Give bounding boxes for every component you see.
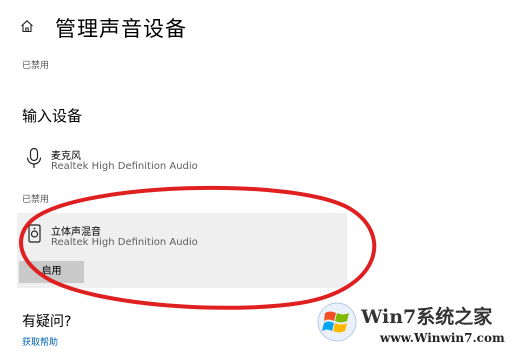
input-devices-heading: 输入设备 — [22, 107, 83, 125]
page-title: 管理声音设备 — [55, 17, 187, 41]
home-icon[interactable] — [20, 19, 34, 33]
enable-button[interactable]: 启用 — [19, 261, 84, 283]
windows-logo-icon — [317, 302, 357, 342]
get-help-link[interactable]: 获取帮助 — [22, 335, 58, 348]
speaker-device-icon — [28, 224, 41, 243]
watermark-brand: Win7系统之家 — [361, 306, 493, 328]
device-microphone[interactable]: 麦克风 Realtek High Definition Audio — [22, 146, 342, 182]
device-name: 立体声混音 — [51, 227, 101, 238]
device-driver: Realtek High Definition Audio — [51, 161, 198, 172]
watermark-logo: Win7系统之家 www.Winwin7.com — [314, 298, 513, 354]
device-stereo-mix[interactable]: 立体声混音 Realtek High Definition Audio — [22, 222, 342, 258]
microphone-icon — [26, 147, 42, 168]
device-name: 麦克风 — [51, 151, 81, 162]
help-heading: 有疑问? — [22, 314, 72, 330]
output-disabled-label: 已禁用 — [22, 61, 50, 71]
device-driver: Realtek High Definition Audio — [51, 237, 198, 248]
watermark-url: www.Winwin7.com — [380, 331, 505, 345]
input-disabled-label: 已禁用 — [22, 195, 50, 205]
